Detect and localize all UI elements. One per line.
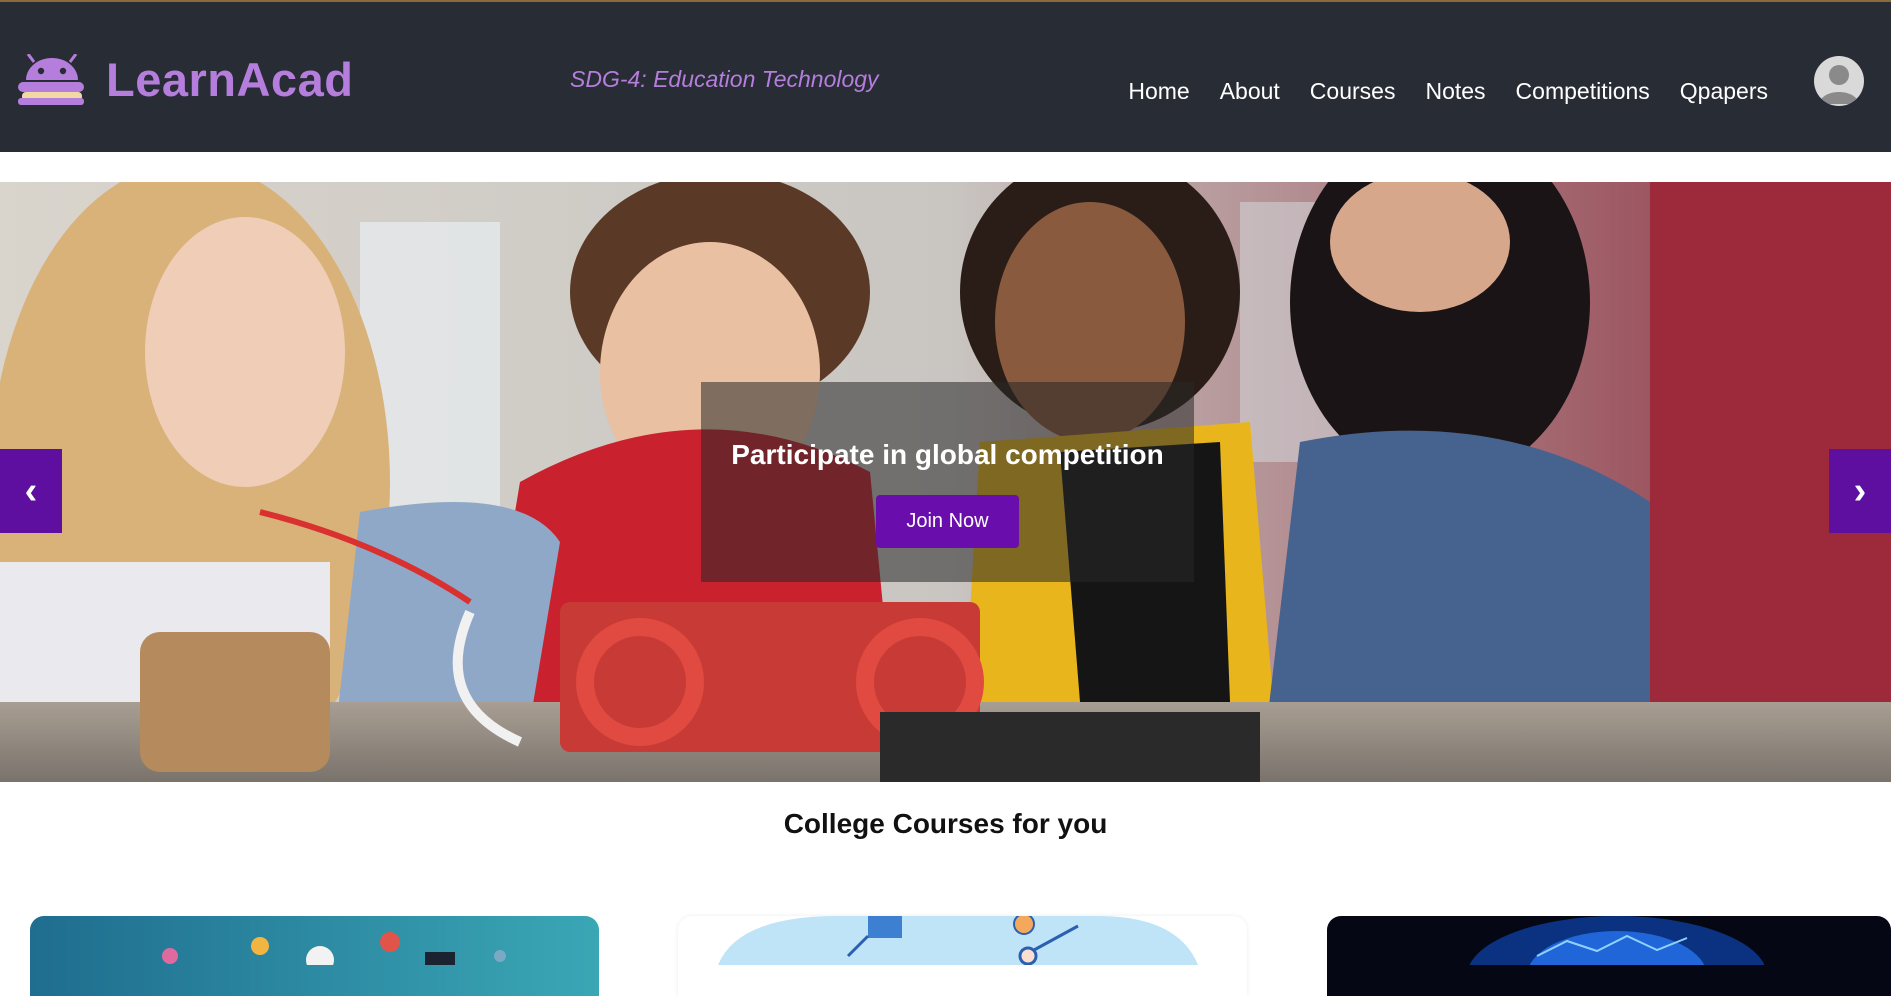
hero-carousel: Participate in global competition Join N… — [0, 182, 1891, 782]
carousel-caption: Participate in global competition Join N… — [701, 382, 1194, 582]
android-book-icon — [18, 53, 84, 105]
carousel-prev-button[interactable]: ‹ — [0, 449, 62, 533]
carousel-next-button[interactable]: › — [1829, 449, 1891, 533]
course-card-image — [718, 916, 1198, 966]
brand-name: LearnAcad — [106, 53, 354, 106]
user-avatar-icon[interactable] — [1814, 56, 1864, 106]
course-card[interactable] — [678, 916, 1247, 996]
main-nav: Home About Courses Notes Competitions Qp… — [1113, 78, 1783, 105]
tagline: SDG-4: Education Technology — [570, 66, 879, 92]
nav-competitions[interactable]: Competitions — [1501, 78, 1665, 105]
course-cards — [0, 916, 1891, 996]
nav-courses[interactable]: Courses — [1295, 78, 1411, 105]
course-card-image — [162, 932, 506, 974]
section-title: College Courses for you — [783, 808, 1108, 839]
nav-home[interactable]: Home — [1113, 78, 1204, 105]
nav-about[interactable]: About — [1205, 78, 1295, 105]
site-header: LearnAcad SDG-4: Education Technology Ho… — [0, 2, 1891, 152]
join-now-button[interactable]: Join Now — [876, 495, 1019, 548]
nav-qpapers[interactable]: Qpapers — [1665, 78, 1783, 105]
course-card[interactable] — [30, 916, 599, 996]
caption-title: Participate in global competition — [731, 439, 1164, 470]
nav-notes[interactable]: Notes — [1410, 78, 1500, 105]
course-card-image — [1467, 916, 1767, 996]
course-card[interactable] — [1327, 916, 1891, 996]
logo[interactable]: LearnAcad — [16, 52, 353, 107]
